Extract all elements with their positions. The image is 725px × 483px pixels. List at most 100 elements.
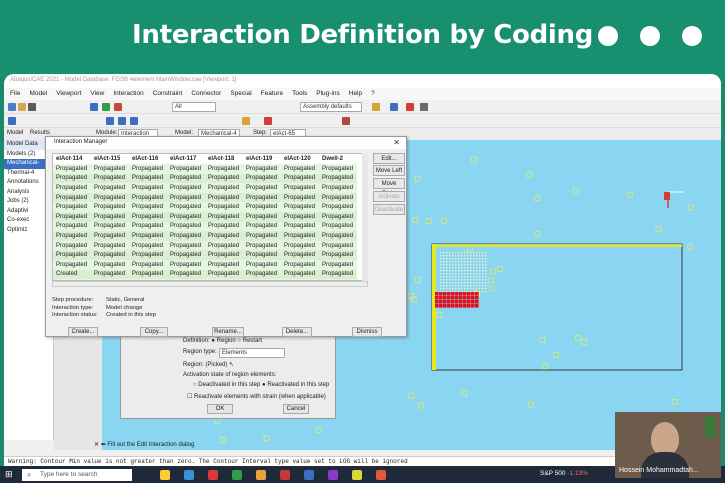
taskbar-app-icon[interactable] bbox=[376, 470, 386, 480]
rename-button[interactable]: Rename... bbox=[212, 327, 244, 337]
menu-item-interaction[interactable]: Interaction bbox=[113, 90, 143, 98]
create-button[interactable]: Create... bbox=[68, 327, 98, 337]
table-cell[interactable]: Propagated bbox=[319, 211, 357, 222]
table-cell[interactable]: Propagated bbox=[91, 250, 129, 260]
menu-item-plug-ins[interactable]: Plug-ins bbox=[316, 90, 339, 98]
table-cell[interactable]: Propagated bbox=[205, 183, 243, 193]
table-cell[interactable]: Propagated bbox=[205, 231, 243, 241]
selected-element[interactable] bbox=[451, 304, 455, 308]
selected-element[interactable] bbox=[459, 304, 463, 308]
query-icon[interactable] bbox=[390, 103, 398, 111]
table-cell[interactable]: Propagated bbox=[205, 192, 243, 203]
rotate-icon[interactable] bbox=[102, 103, 110, 111]
selected-element[interactable] bbox=[475, 300, 479, 304]
selected-element[interactable] bbox=[439, 296, 443, 300]
table-cell[interactable]: Propagated bbox=[167, 173, 205, 184]
table-cell[interactable]: Propagated bbox=[281, 192, 319, 203]
column-header[interactable]: elAct-119 bbox=[243, 154, 281, 164]
table-cell[interactable]: Propagated bbox=[281, 240, 319, 251]
selected-element[interactable] bbox=[455, 304, 459, 308]
table-cell[interactable]: Propagated bbox=[243, 250, 281, 260]
table-cell[interactable]: Propagated bbox=[205, 269, 243, 280]
new-icon[interactable] bbox=[8, 103, 16, 111]
menu-item-feature[interactable]: Feature bbox=[261, 90, 283, 98]
menu-item-viewport[interactable]: Viewport bbox=[56, 90, 81, 98]
move-left-button[interactable]: Move Left bbox=[373, 165, 405, 176]
cancel-button[interactable]: Cancel bbox=[283, 404, 309, 414]
selected-elements[interactable] bbox=[435, 292, 479, 308]
table-cell[interactable]: Propagated bbox=[319, 231, 357, 241]
table-cell[interactable]: Propagated bbox=[243, 259, 281, 270]
menu-item-help[interactable]: Help bbox=[349, 90, 362, 98]
selected-element[interactable] bbox=[443, 300, 447, 304]
taskbar-app-icon[interactable] bbox=[328, 470, 338, 480]
table-cell[interactable]: Propagated bbox=[53, 164, 91, 174]
table-cell[interactable]: Propagated bbox=[205, 173, 243, 184]
menu-item-model[interactable]: Model bbox=[29, 90, 47, 98]
selected-element[interactable] bbox=[451, 296, 455, 300]
menu-item-tools[interactable]: Tools bbox=[292, 90, 307, 98]
table-cell[interactable]: Propagated bbox=[243, 269, 281, 280]
table-cell[interactable]: Propagated bbox=[167, 259, 205, 270]
table-row[interactable]: Propagated Propagated Propagated Propagated… bbox=[53, 173, 357, 184]
color-code-icon[interactable] bbox=[372, 103, 380, 111]
table-cell[interactable]: Propagated bbox=[205, 240, 243, 251]
selected-element[interactable] bbox=[459, 296, 463, 300]
table-cell[interactable]: Propagated bbox=[53, 240, 91, 251]
selected-element[interactable] bbox=[475, 304, 479, 308]
table-cell[interactable]: Propagated bbox=[129, 259, 167, 270]
table-cell[interactable]: Propagated bbox=[167, 202, 205, 212]
stop-icon[interactable] bbox=[406, 103, 414, 111]
render-icon[interactable] bbox=[420, 103, 428, 111]
table-cell[interactable]: Propagated bbox=[319, 269, 357, 280]
table-row[interactable]: Propagated Propagated Propagated Propagated… bbox=[53, 240, 357, 251]
taskbar-app-icon[interactable] bbox=[280, 470, 290, 480]
table-cell[interactable]: Propagated bbox=[243, 240, 281, 251]
assembly-defaults-combo[interactable]: Assembly defaults bbox=[300, 102, 362, 112]
menu-item-connector[interactable]: Connector bbox=[191, 90, 221, 98]
selected-element[interactable] bbox=[471, 300, 475, 304]
table-row[interactable]: Propagated Propagated Propagated Propagated… bbox=[53, 164, 357, 174]
table-cell[interactable]: Propagated bbox=[167, 269, 205, 280]
table-cell[interactable]: Propagated bbox=[129, 269, 167, 280]
column-header[interactable]: elAct-120 bbox=[281, 154, 319, 164]
pan-icon[interactable] bbox=[90, 103, 98, 111]
table-cell[interactable]: Propagated bbox=[167, 231, 205, 241]
table-cell[interactable]: Propagated bbox=[91, 240, 129, 251]
selected-element[interactable] bbox=[439, 292, 443, 296]
table-row[interactable]: Propagated Propagated Propagated Propagated… bbox=[53, 221, 357, 232]
table-row[interactable]: CreatedPropagatedPropagatedPropagatedPro… bbox=[53, 269, 357, 280]
region-type-combo[interactable]: Elements bbox=[219, 348, 285, 358]
table-cell[interactable]: Propagated bbox=[205, 259, 243, 270]
table-cell[interactable]: Propagated bbox=[167, 164, 205, 174]
table-row[interactable]: Propagated Propagated Propagated Propagated… bbox=[53, 231, 357, 241]
table-cell[interactable]: Propagated bbox=[243, 231, 281, 241]
table-cell[interactable]: Propagated bbox=[319, 192, 357, 203]
selected-element[interactable] bbox=[463, 296, 467, 300]
table-cell[interactable]: Propagated bbox=[53, 192, 91, 203]
table-cell[interactable]: Propagated bbox=[129, 250, 167, 260]
table-cell[interactable]: Propagated bbox=[167, 192, 205, 203]
taskbar-app-icon[interactable] bbox=[184, 470, 194, 480]
selected-element[interactable] bbox=[443, 304, 447, 308]
table-cell[interactable]: Propagated bbox=[281, 211, 319, 222]
table-cell[interactable]: Propagated bbox=[53, 250, 91, 260]
save-icon[interactable] bbox=[28, 103, 36, 111]
selected-element[interactable] bbox=[435, 292, 439, 296]
column-header[interactable]: elAct-117 bbox=[167, 154, 205, 164]
table-row[interactable]: Propagated Propagated Propagated Propagated… bbox=[53, 250, 357, 260]
selected-element[interactable] bbox=[455, 300, 459, 304]
table-cell[interactable]: Propagated bbox=[91, 183, 129, 193]
taskbar-app-icon[interactable] bbox=[352, 470, 362, 480]
table-cell[interactable]: Propagated bbox=[91, 173, 129, 184]
table-cell[interactable]: Propagated bbox=[243, 221, 281, 232]
table-cell[interactable]: Propagated bbox=[53, 211, 91, 222]
selected-element[interactable] bbox=[471, 304, 475, 308]
table-cell[interactable]: Propagated bbox=[281, 173, 319, 184]
selected-element[interactable] bbox=[447, 292, 451, 296]
selected-element[interactable] bbox=[443, 296, 447, 300]
table-cell[interactable]: Propagated bbox=[167, 183, 205, 193]
table-row[interactable]: Propagated Propagated Propagated Propagated… bbox=[53, 202, 357, 212]
table-cell[interactable]: Propagated bbox=[205, 211, 243, 222]
selected-element[interactable] bbox=[447, 296, 451, 300]
